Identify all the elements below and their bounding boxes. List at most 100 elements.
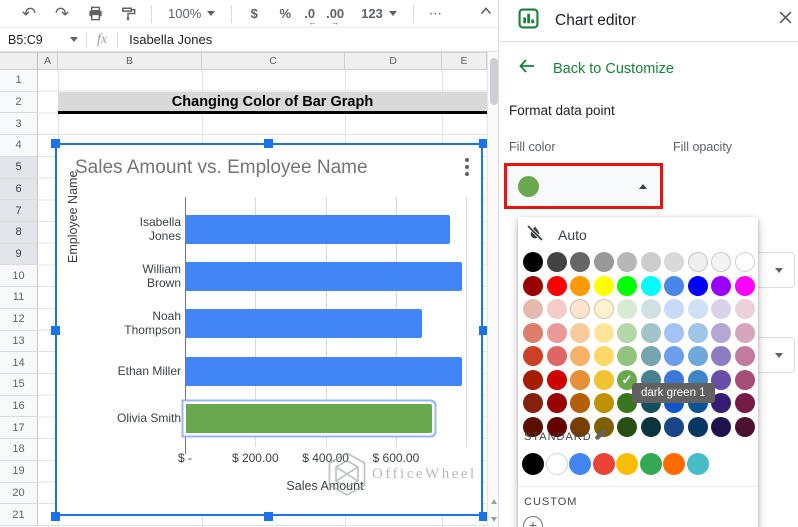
- column-header-A[interactable]: A: [38, 52, 58, 70]
- color-swatch-b7b7b7[interactable]: [617, 252, 637, 272]
- collapse-toolbar-icon[interactable]: [478, 3, 494, 24]
- color-swatch-00ffff[interactable]: [640, 275, 661, 296]
- color-swatch-ffff00[interactable]: [593, 275, 614, 296]
- banner-cell[interactable]: Changing Color of Bar Graph: [58, 91, 487, 114]
- color-swatch-980000[interactable]: [523, 275, 543, 296]
- selection-handle[interactable]: [51, 139, 60, 148]
- color-swatch-e06666[interactable]: [546, 346, 567, 366]
- increase-decimal-button[interactable]: .00 →: [326, 6, 348, 27]
- column-header-C[interactable]: C: [202, 52, 345, 70]
- color-swatch-93c47d[interactable]: [617, 346, 637, 366]
- chart-menu-button[interactable]: [459, 153, 475, 181]
- standard-color-34a853[interactable]: [639, 453, 662, 475]
- color-swatch-85200c[interactable]: [523, 393, 543, 413]
- row-header-12[interactable]: 12: [0, 308, 38, 331]
- color-swatch-f3f3f3[interactable]: [711, 252, 731, 272]
- color-swatch-d5a6bd[interactable]: [734, 322, 755, 343]
- color-swatch-6d9eeb[interactable]: [664, 346, 684, 366]
- color-swatch-990000[interactable]: [546, 393, 567, 413]
- color-swatch-ea9999[interactable]: [546, 322, 567, 343]
- print-icon[interactable]: [82, 3, 108, 25]
- selection-handle[interactable]: [51, 326, 60, 335]
- row-header-15[interactable]: 15: [0, 373, 38, 396]
- zoom-control[interactable]: 100%: [162, 6, 221, 21]
- color-swatch-76a5af[interactable]: [640, 346, 661, 366]
- color-swatch-c9daf8[interactable]: [664, 299, 684, 319]
- row-header-14[interactable]: 14: [0, 352, 38, 374]
- redo-icon[interactable]: ↷: [49, 3, 75, 25]
- standard-color-4285f4[interactable]: [569, 453, 591, 475]
- color-swatch-d0e0e3[interactable]: [640, 299, 661, 319]
- color-swatch-666666[interactable]: [570, 252, 590, 272]
- bar-noah-thompson[interactable]: [186, 309, 422, 338]
- undo-icon[interactable]: ↶: [16, 3, 42, 25]
- row-header-8[interactable]: 8: [0, 221, 38, 244]
- selection-handle[interactable]: [264, 512, 273, 521]
- color-swatch-000000[interactable]: [523, 252, 543, 272]
- color-swatch-a61c00[interactable]: [523, 369, 543, 390]
- add-custom-color-button[interactable]: +: [523, 516, 543, 527]
- color-swatch-0000ff[interactable]: [687, 275, 708, 296]
- select-all-corner[interactable]: [0, 52, 38, 70]
- column-header-B[interactable]: B: [58, 52, 202, 70]
- edit-pencil-icon[interactable]: [594, 427, 608, 446]
- color-swatch-b4a7d6[interactable]: [711, 322, 731, 343]
- color-swatch-ff9900[interactable]: [570, 275, 590, 296]
- row-header-17[interactable]: 17: [0, 417, 38, 440]
- color-swatch-d9d9d9[interactable]: [664, 252, 684, 272]
- color-swatch-e69138[interactable]: [570, 369, 590, 390]
- row-header-20[interactable]: 20: [0, 482, 38, 505]
- color-swatch-20124d[interactable]: [711, 416, 731, 437]
- row-header-3[interactable]: 3: [0, 113, 38, 136]
- color-swatch-274e13[interactable]: [617, 416, 637, 437]
- color-swatch-073763[interactable]: [687, 416, 708, 437]
- color-swatch-9fc5e8[interactable]: [687, 322, 708, 343]
- color-swatch-d9d2e9[interactable]: [711, 299, 731, 319]
- color-swatch-cfe2f3[interactable]: [687, 299, 708, 319]
- color-swatch-cccccc[interactable]: [640, 252, 661, 272]
- color-swatch-ff00ff[interactable]: [734, 275, 755, 296]
- row-header-10[interactable]: 10: [0, 265, 38, 288]
- color-swatch-6fa8dc[interactable]: [687, 346, 708, 366]
- color-swatch-bf9000[interactable]: [593, 393, 614, 413]
- color-swatch-ffd966[interactable]: [593, 346, 614, 366]
- row-header-7[interactable]: 7: [0, 200, 38, 222]
- row-header-19[interactable]: 19: [0, 460, 38, 483]
- color-swatch-8e7cc3[interactable]: [711, 346, 731, 366]
- column-header-E[interactable]: E: [442, 52, 487, 70]
- color-swatch-a2c4c9[interactable]: [640, 322, 661, 343]
- currency-format-button[interactable]: $: [242, 6, 266, 21]
- color-swatch-ffe599[interactable]: [593, 322, 614, 343]
- color-swatch-0c343d[interactable]: [640, 416, 661, 437]
- color-swatch-c27ba0[interactable]: [734, 346, 755, 366]
- row-header-16[interactable]: 16: [0, 395, 38, 418]
- scrollbar-thumb[interactable]: [489, 58, 498, 105]
- more-toolbar-button[interactable]: ⋯: [424, 6, 448, 22]
- bar-ethan-miller[interactable]: [186, 357, 462, 386]
- row-header-13[interactable]: 13: [0, 330, 38, 353]
- color-swatch-f1c232[interactable]: [593, 369, 614, 390]
- percent-format-button[interactable]: %: [273, 6, 297, 21]
- decrease-decimal-button[interactable]: .0 ←: [304, 6, 319, 27]
- color-swatch-d9ead3[interactable]: [617, 299, 637, 319]
- color-swatch-f6b26b[interactable]: [570, 346, 590, 366]
- row-header-2[interactable]: 2: [0, 91, 38, 114]
- color-swatch-4a86e8[interactable]: [664, 275, 684, 296]
- color-swatch-dd7e6b[interactable]: [523, 322, 543, 343]
- color-swatch-a64d79[interactable]: [734, 369, 755, 390]
- selection-handle[interactable]: [51, 512, 60, 521]
- color-swatch-a4c2f4[interactable]: [664, 322, 684, 343]
- row-header-6[interactable]: 6: [0, 178, 38, 201]
- bar-william-brown[interactable]: [186, 262, 462, 291]
- standard-color-ea4335[interactable]: [592, 453, 615, 475]
- color-swatch-1c4587[interactable]: [664, 416, 684, 437]
- back-to-customize-button[interactable]: Back to Customize: [518, 58, 674, 79]
- color-swatch-f9cb9c[interactable]: [570, 322, 590, 343]
- color-swatch-efefef[interactable]: [687, 252, 708, 272]
- row-header-1[interactable]: 1: [0, 70, 38, 92]
- row-header-4[interactable]: 4: [0, 135, 38, 157]
- color-swatch-00ff00[interactable]: [617, 275, 637, 296]
- standard-color-46bdc6[interactable]: [686, 453, 709, 475]
- fill-color-dropdown[interactable]: [508, 167, 659, 205]
- color-swatch-cc4125[interactable]: [523, 346, 543, 366]
